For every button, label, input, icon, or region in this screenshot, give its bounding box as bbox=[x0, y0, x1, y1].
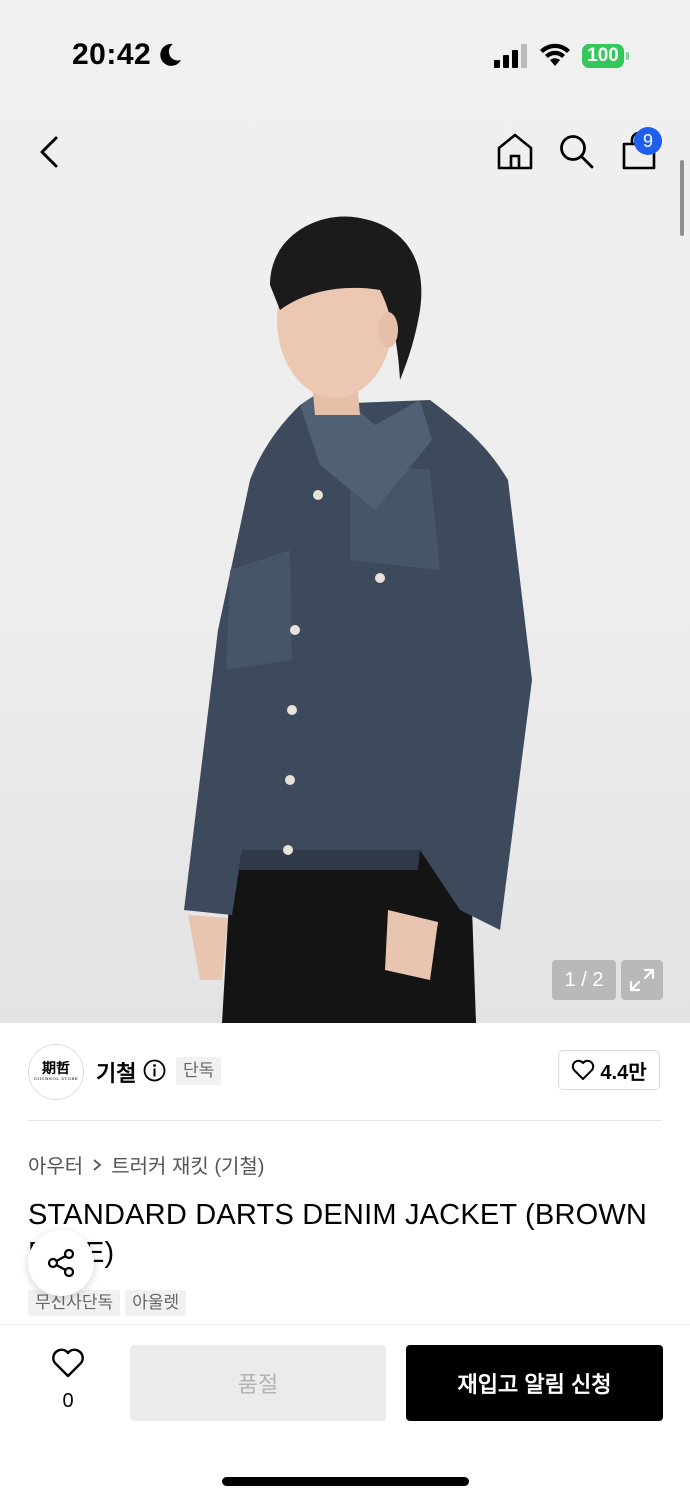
info-icon[interactable] bbox=[143, 1059, 166, 1082]
tag-outlet: 아울렛 bbox=[125, 1290, 187, 1316]
status-time: 20:42 bbox=[72, 38, 152, 71]
back-icon[interactable] bbox=[30, 130, 70, 174]
wishlist-button[interactable]: 0 bbox=[44, 1348, 92, 1418]
brand-like-count: 4.4만 bbox=[600, 1061, 647, 1084]
breadcrumb-item-category[interactable]: 아우터 bbox=[28, 1150, 83, 1179]
signal-icon bbox=[494, 44, 527, 68]
expand-button[interactable] bbox=[621, 960, 663, 1000]
tag-exclusive: 무신사단독 bbox=[28, 1290, 121, 1316]
status-bar: 20:42 100 bbox=[0, 0, 690, 110]
moon-icon bbox=[160, 43, 181, 66]
share-icon bbox=[47, 1248, 75, 1278]
share-button[interactable] bbox=[28, 1230, 94, 1296]
brand-name[interactable]: 기철 bbox=[96, 1056, 136, 1088]
soldout-button: 품절 bbox=[130, 1345, 386, 1421]
wifi-icon bbox=[540, 43, 570, 66]
brand-logo-text: 期哲 bbox=[42, 1061, 70, 1077]
scrollbar[interactable] bbox=[680, 160, 684, 236]
wishlist-count: 0 bbox=[62, 1390, 74, 1412]
home-icon[interactable] bbox=[496, 132, 534, 170]
divider bbox=[28, 1120, 662, 1121]
product-title: STANDARD DARTS DENIM JACKET (BROWN BLUE) bbox=[28, 1199, 648, 1269]
brand-logo-subtext: GIICHEOL STORE bbox=[33, 1076, 79, 1081]
product-photo bbox=[184, 216, 532, 1023]
heart-icon bbox=[572, 1059, 595, 1080]
battery-icon: 100 bbox=[582, 44, 630, 68]
chevron-right-icon bbox=[93, 1158, 102, 1171]
breadcrumb: 아우터 트러커 재킷 (기철) bbox=[28, 1150, 264, 1179]
cart-count-badge: 9 bbox=[634, 127, 662, 155]
search-icon[interactable] bbox=[558, 133, 594, 169]
heart-icon bbox=[52, 1348, 84, 1378]
image-counter: 1 / 2 bbox=[552, 960, 616, 1000]
expand-icon bbox=[629, 968, 655, 992]
home-indicator[interactable] bbox=[222, 1477, 469, 1486]
battery-level: 100 bbox=[582, 44, 624, 68]
brand-like-button[interactable]: 4.4만 bbox=[558, 1050, 660, 1090]
exclusive-badge: 단독 bbox=[176, 1057, 222, 1085]
brand-logo[interactable]: 期哲 GIICHEOL STORE bbox=[28, 1044, 84, 1100]
restock-alert-button[interactable]: 재입고 알림 신청 bbox=[406, 1345, 663, 1421]
breadcrumb-item-subcategory[interactable]: 트러커 재킷 (기철) bbox=[111, 1150, 264, 1179]
